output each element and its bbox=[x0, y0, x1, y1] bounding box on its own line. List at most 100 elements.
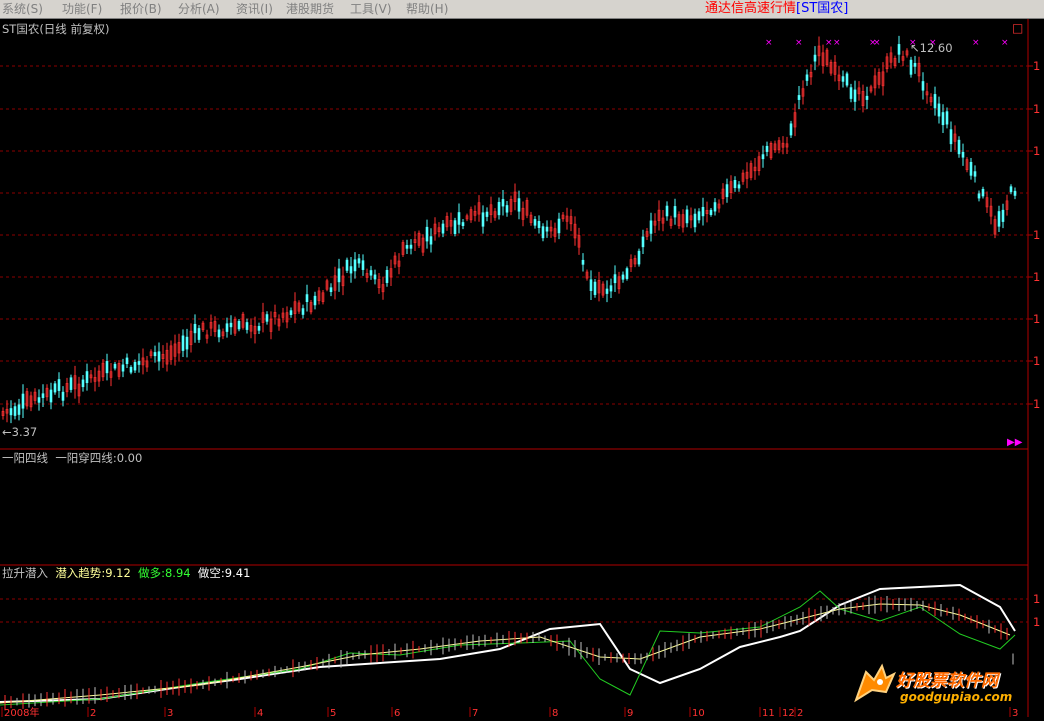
candle-body bbox=[385, 269, 389, 283]
candle-body bbox=[185, 336, 189, 350]
menu-hk-futures[interactable]: 港股期货 bbox=[286, 1, 334, 17]
candle-body bbox=[637, 250, 641, 265]
date-axis-label: 2 bbox=[90, 708, 97, 719]
candle-body bbox=[61, 391, 65, 401]
date-axis-label: 7 bbox=[472, 708, 479, 719]
candle-body bbox=[453, 220, 457, 234]
menu-help[interactable]: 帮助(H) bbox=[406, 1, 448, 17]
candle-body bbox=[357, 258, 361, 264]
date-axis-label: 2008年 bbox=[4, 708, 40, 719]
signal-marker: × bbox=[825, 38, 833, 48]
candle-body bbox=[125, 357, 129, 364]
candle-body bbox=[485, 211, 489, 217]
candle-body bbox=[121, 364, 125, 372]
candle-body bbox=[581, 259, 585, 265]
indicator1-header: 一阳四线 一阳穿四线:0.00 bbox=[2, 451, 143, 465]
candle-body bbox=[69, 377, 73, 390]
signal-marker: × bbox=[833, 38, 841, 48]
indicator2-header: 拉升潜入 潜入趋势:9.12 做多:8.94 做空:9.41 bbox=[2, 566, 250, 580]
menu-tools[interactable]: 工具(V) bbox=[350, 1, 392, 17]
menu-function[interactable]: 功能(F) bbox=[62, 1, 102, 17]
candle-body bbox=[701, 206, 705, 217]
restore-icon[interactable]: □ bbox=[1012, 21, 1023, 35]
candle-body bbox=[137, 361, 141, 365]
date-axis-label: 4 bbox=[257, 708, 264, 719]
menu-quote[interactable]: 报价(B) bbox=[120, 1, 162, 17]
candle-body bbox=[329, 287, 333, 293]
signal-marker: × bbox=[795, 38, 803, 48]
menu-analysis[interactable]: 分析(A) bbox=[178, 1, 220, 17]
candle-body bbox=[593, 281, 597, 295]
scroll-right-icon[interactable]: ▶▶ bbox=[1007, 436, 1022, 450]
candle-body bbox=[517, 198, 521, 212]
menu-system[interactable]: 系统(S) bbox=[2, 1, 43, 17]
chart-canvas[interactable]: × × × × ×× × × × × bbox=[0, 19, 1044, 717]
candle-body bbox=[613, 274, 617, 284]
candle-body bbox=[697, 211, 701, 221]
candle-body bbox=[713, 202, 717, 212]
date-axis-label: 2 bbox=[797, 708, 804, 719]
high-price-marker: ↖12.60 bbox=[910, 41, 953, 55]
candle-body bbox=[937, 103, 941, 117]
chart-area[interactable]: × × × × × × × × × × ST国农(日线 前复权) ↖12.60 ←3.37 □ ▶… bbox=[0, 19, 1044, 719]
long-value: 8.94 bbox=[164, 566, 191, 580]
candle-body bbox=[725, 184, 729, 198]
candle-body bbox=[981, 188, 985, 197]
candle-body bbox=[665, 205, 669, 217]
candle-body bbox=[841, 76, 845, 82]
candle-body bbox=[849, 87, 853, 99]
candle-body bbox=[865, 95, 869, 100]
indicator-axis-tick-label: 1 bbox=[1033, 615, 1041, 629]
candle-body bbox=[81, 379, 85, 388]
candle-body bbox=[977, 193, 981, 199]
date-axis-label: 9 bbox=[627, 708, 634, 719]
candle-body bbox=[21, 393, 25, 409]
price-panel-label: ST国农(日线 前复权) bbox=[2, 22, 110, 36]
candle-body bbox=[649, 220, 653, 234]
candle-body bbox=[537, 221, 541, 228]
candle-body bbox=[765, 145, 769, 152]
candle-body bbox=[969, 161, 973, 176]
app-symbol: [ST国农] bbox=[796, 1, 849, 16]
candle-body bbox=[441, 223, 445, 234]
bull-logo-icon bbox=[854, 663, 897, 703]
watermark-logo: 好股票软件网 goodgupiao.com bbox=[852, 660, 1040, 710]
candle-body bbox=[909, 59, 913, 75]
candle-body bbox=[305, 294, 309, 303]
menu-bar: 系统(S) 功能(F) 报价(B) 分析(A) 资讯(I) 港股期货 工具(V)… bbox=[0, 0, 1044, 19]
candle-body bbox=[129, 366, 133, 373]
date-axis-label: 10 bbox=[692, 708, 705, 719]
candle-body bbox=[105, 361, 109, 374]
candle-body bbox=[405, 245, 409, 249]
candle-body bbox=[217, 329, 221, 338]
candle-body bbox=[113, 363, 117, 369]
price-axis-tick-label: 1 bbox=[1033, 397, 1041, 411]
date-axis-label: 5 bbox=[330, 708, 337, 719]
signal-marker: × bbox=[873, 38, 881, 48]
candle-body bbox=[805, 74, 809, 81]
candle-body bbox=[461, 222, 465, 226]
candle-body bbox=[545, 226, 549, 232]
menu-news[interactable]: 资讯(I) bbox=[236, 1, 273, 17]
date-axis-label: 8 bbox=[552, 708, 559, 719]
candle-body bbox=[361, 260, 365, 270]
logo-url: goodgupiao.com bbox=[900, 690, 1013, 704]
indicator2-trend: 潜入趋势:9.12 bbox=[55, 566, 131, 580]
price-axis-tick-label: 1 bbox=[1033, 228, 1041, 242]
date-axis-label: 11 bbox=[762, 708, 775, 719]
candle-body bbox=[17, 404, 21, 415]
date-axis-label: 12 bbox=[782, 708, 795, 719]
candle-body bbox=[153, 352, 157, 357]
candle-body bbox=[853, 89, 857, 102]
candle-body bbox=[481, 212, 485, 227]
candle-body bbox=[345, 259, 349, 271]
signal-marker: × bbox=[1001, 38, 1009, 48]
indicator1-series-value: 0.00 bbox=[116, 451, 143, 465]
candle-body bbox=[57, 379, 61, 391]
candle-body bbox=[13, 406, 17, 416]
candle-body bbox=[589, 279, 593, 291]
candle-body bbox=[541, 226, 545, 239]
signal-marker: × bbox=[765, 38, 773, 48]
indicator-axis-tick-label: 1 bbox=[1033, 592, 1041, 606]
candle-body bbox=[609, 285, 613, 292]
